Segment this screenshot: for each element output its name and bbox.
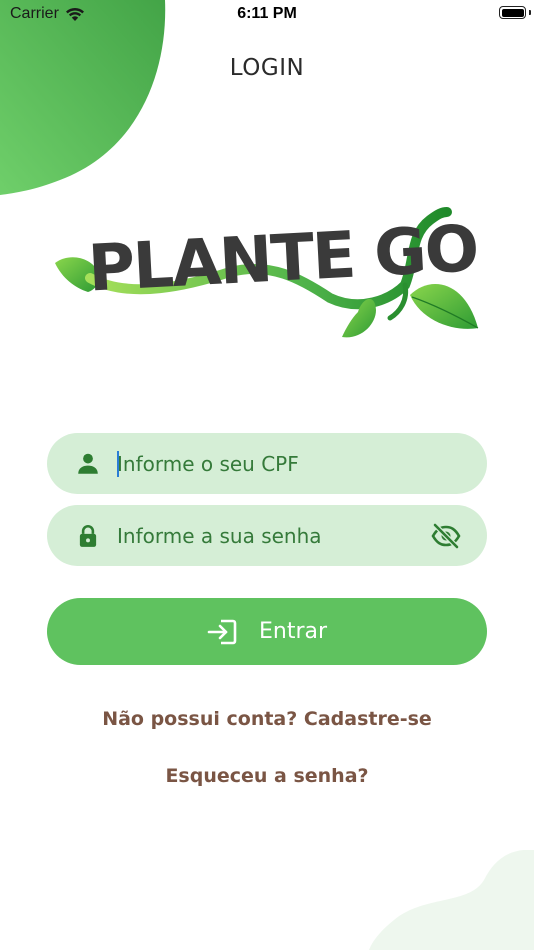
battery-icon (499, 6, 526, 19)
lock-icon (79, 525, 97, 547)
battery-cap (529, 10, 531, 15)
cpf-input[interactable] (117, 433, 417, 494)
plante-go-logo: PLANTE GO (50, 200, 485, 345)
decorative-blob-top (0, 0, 170, 200)
forgot-password-link[interactable]: Esqueceu a senha? (0, 765, 534, 787)
login-button-label: Entrar (258, 619, 328, 644)
signup-link[interactable]: Não possui conta? Cadastre-se (0, 708, 534, 730)
eye-off-icon[interactable] (431, 522, 461, 550)
page-title: LOGIN (229, 55, 305, 81)
password-field[interactable] (47, 505, 487, 566)
status-bar: Carrier 6:11 PM (0, 0, 534, 30)
password-input[interactable] (117, 505, 417, 566)
login-arrow-icon (207, 619, 237, 644)
cpf-field[interactable] (47, 433, 487, 494)
status-time: 6:11 PM (237, 5, 297, 22)
login-button[interactable]: Entrar (47, 598, 487, 665)
decorative-blob-bottom (364, 850, 534, 950)
person-icon (78, 453, 98, 474)
text-caret (117, 451, 119, 477)
